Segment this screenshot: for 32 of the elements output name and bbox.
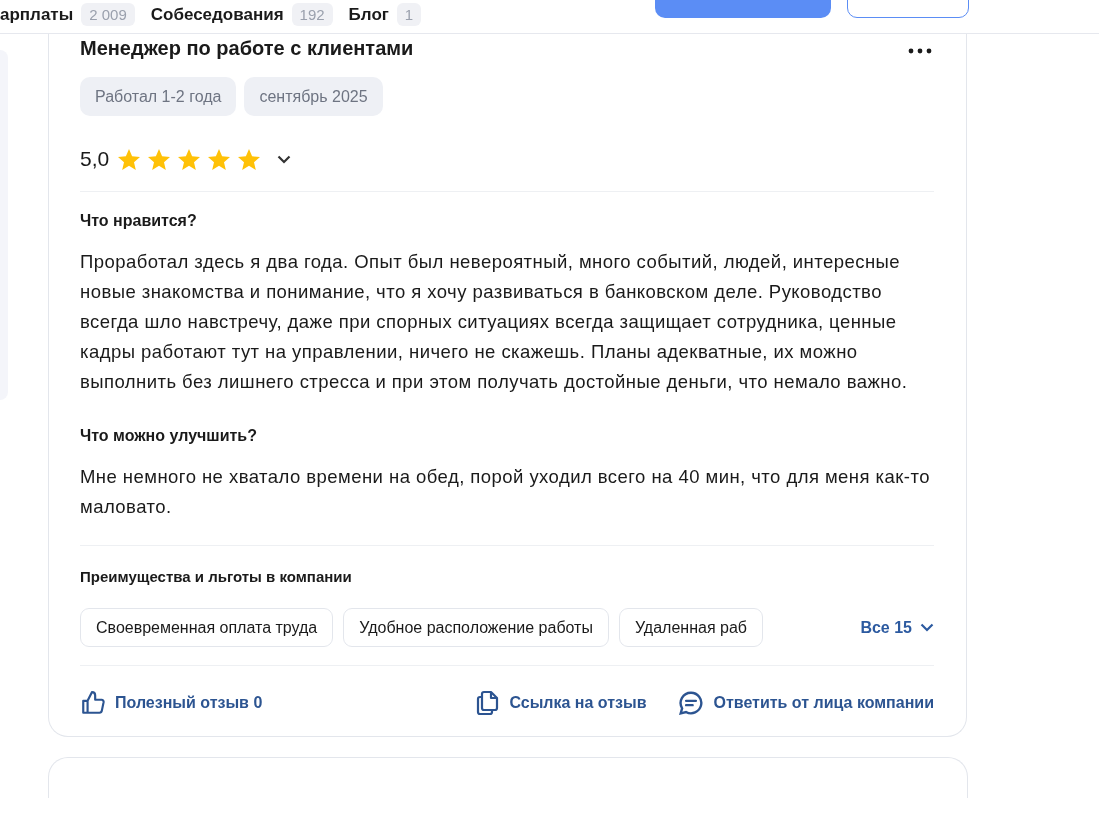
chevron-down-icon (920, 623, 934, 632)
star-icon (117, 147, 142, 171)
benefit-tag: Своевременная оплата труда (80, 608, 334, 647)
section-heading: Что можно улучшить? (80, 427, 258, 445)
benefits-heading: Преимущества и льготы в компании (80, 568, 353, 585)
count-badge: 2 009 (81, 3, 135, 26)
benefit-tag: Удобное расположение работы (343, 608, 609, 647)
tag: Работал 1-2 года (80, 77, 237, 116)
nav-link[interactable]: Собеседования (150, 4, 284, 25)
star-icon (147, 147, 172, 171)
star-icon (237, 147, 262, 171)
section-heading: Что нравится? (80, 212, 198, 230)
tag: сентябрь 2025 (244, 77, 383, 116)
count-badge: 192 (291, 3, 333, 26)
review-text: Проработал здесь я два года. Опыт был невероятный, много событий, людей, интересные новые знакомства и понимание, что я хочу развиваться в банковском деле. Руководство всегда шло навстречу, даже при спорных ситуациях всегда защищает сотрудника, ценные кадры работают тут на управлении, ничего не скажешь. Планы адекватные, их можно выполнить без лишнего стресса и при этом получать достойные деньги, что немало важно. (80, 250, 909, 394)
review-title: Менеджер по работе с клиентами (80, 36, 414, 60)
nav-link[interactable]: Блог (348, 4, 389, 25)
star-icon (207, 147, 232, 171)
chevron-down-icon[interactable] (277, 154, 292, 164)
star-icon (177, 147, 202, 171)
show-all-link[interactable]: Все 15 (860, 618, 934, 637)
review-text: Мне немного не хватало времени на обед, порой уходил всего на 40 мин, что для меня как-то маловато. (80, 465, 931, 519)
rating-value: 5,0 (80, 147, 110, 171)
count-badge: 1 (396, 3, 422, 26)
benefit-tag: Удаленная раб (618, 608, 763, 647)
chat-icon (678, 690, 705, 716)
helpful-button[interactable]: Полезный отзыв 0 (80, 690, 263, 716)
copy-link-button[interactable]: Ссылка на отзыв (476, 690, 647, 716)
copy-icon (476, 690, 501, 716)
nav-link[interactable]: арплаты (0, 4, 74, 25)
thumbs-up-icon (80, 690, 106, 716)
reply-button[interactable]: Ответить от лица компании (678, 690, 934, 716)
